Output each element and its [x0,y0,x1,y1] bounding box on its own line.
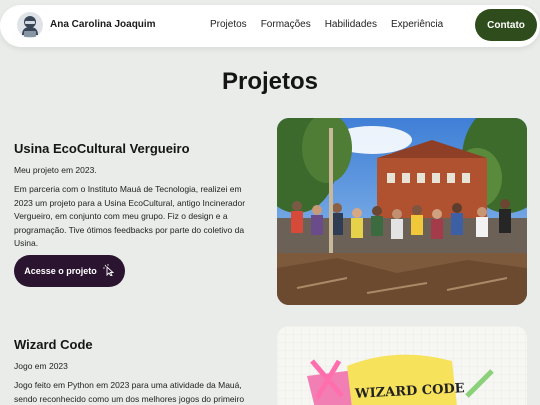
access-project-button[interactable]: Acesse o projeto [14,255,125,287]
site-owner-name: Ana Carolina Joaquim [50,19,156,30]
project-subtitle: Meu projeto em 2023. [14,165,97,175]
avatar-icon[interactable] [16,11,44,39]
contact-button[interactable]: Contato [475,9,537,41]
nav-link-formacoes[interactable]: Formações [261,19,311,30]
nav-link-projetos[interactable]: Projetos [210,19,247,30]
project-description: Jogo feito em Python em 2023 para uma at… [14,380,245,404]
nav-link-habilidades[interactable]: Habilidades [325,19,377,30]
project-title: Wizard Code [14,337,93,352]
top-navbar: Ana Carolina Joaquim Projetos Formações … [0,5,540,47]
nav-link-experiencia[interactable]: Experiência [391,19,443,30]
project-subtitle: Jogo em 2023 [14,361,68,371]
cursor-click-icon [102,264,115,278]
main-menu: Projetos Formações Habilidades Experiênc… [210,19,443,30]
access-project-label: Acesse o projeto [24,266,97,276]
project-description: Em parceria com o Instituto Mauá de Tecn… [14,184,246,248]
project-title: Usina EcoCultural Vergueiro [14,141,190,156]
project-image-wizard-code: WIZARD CODE [277,326,527,405]
section-title: Projetos [221,68,319,95]
project-photo-group [277,118,527,305]
